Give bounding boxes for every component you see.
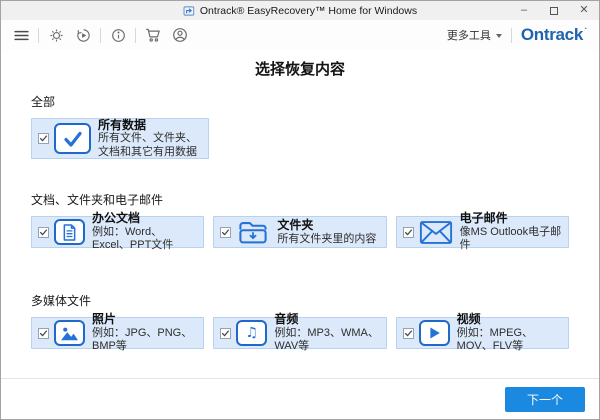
resume-session-button[interactable] [73,24,93,46]
resume-session-icon [75,27,92,44]
card-desc: 例如：Word、Excel、PPT文件 [92,226,197,253]
app-window: Ontrack® EasyRecovery™ Home for Windows … [0,0,600,420]
recovery-type-card[interactable]: 视频例如：MPEG、MOV、FLV等 [396,317,569,349]
account-button[interactable] [170,24,190,46]
window-titlebar: Ontrack® EasyRecovery™ Home for Windows … [1,1,599,20]
minimize-button[interactable]: – [509,1,539,20]
person-icon [171,26,189,44]
section: 多媒体文件 照片例如：JPG、PNG、BMP等 ♫音频例如：MP3、WMA、WAV… [31,292,569,349]
card-title: 音频 [274,312,379,326]
card-text: 所有数据所有文件、文件夹、文档和其它有用数据 [98,118,202,159]
chevron-down-icon [496,34,502,38]
checkbox[interactable] [38,133,49,144]
footer: 下一个 [1,378,599,419]
card-desc: 例如：JPG、PNG、BMP等 [92,327,197,354]
card-row: 办公文档例如：Word、Excel、PPT文件 文件夹所有文件夹里的内容 电子邮… [31,216,569,248]
icon-frame: ♫ [236,320,267,346]
brand-logo: Ontrack· [521,25,587,45]
recovery-type-card[interactable]: 照片例如：JPG、PNG、BMP等 [31,317,204,349]
main-content: 选择恢复内容 全部所有数据所有文件、文件夹、文档和其它有用数据文档、文件夹和电子… [1,50,599,419]
recovery-type-card[interactable]: 所有数据所有文件、文件夹、文档和其它有用数据 [31,118,209,159]
icon-frame [54,219,85,245]
document-icon [54,219,85,245]
next-button[interactable]: 下一个 [505,387,585,412]
more-tools-button[interactable]: 更多工具 [447,27,502,43]
audio-icon: ♫ [236,320,267,346]
toolbar-divider [511,28,512,43]
card-desc: 所有文件夹里的内容 [277,233,376,246]
card-title: 办公文档 [92,211,197,225]
page-title: 选择恢复内容 [31,58,569,79]
brand-trademark-dot: · [585,24,587,33]
recovery-type-card[interactable]: 文件夹所有文件夹里的内容 [213,216,386,248]
email-icon [419,220,453,245]
card-desc: 例如：MP3、WMA、WAV等 [274,327,379,354]
maximize-icon [550,7,558,15]
section-label: 多媒体文件 [31,292,569,309]
info-icon [110,27,127,44]
card-title: 照片 [92,312,197,326]
maximize-button[interactable] [539,1,569,20]
icon-frame [419,320,450,346]
recovery-type-card[interactable]: 电子邮件像MS Outlook电子邮件 [396,216,569,248]
card-text: 办公文档例如：Word、Excel、PPT文件 [92,211,197,252]
card-row: 所有数据所有文件、文件夹、文档和其它有用数据 [31,118,569,159]
card-text: 音频例如：MP3、WMA、WAV等 [274,312,379,353]
recovery-type-sections: 全部所有数据所有文件、文件夹、文档和其它有用数据文档、文件夹和电子邮件 办公文档… [31,93,569,349]
card-desc: 所有文件、文件夹、文档和其它有用数据 [98,132,202,159]
check-icon [54,123,91,154]
video-icon [419,320,450,346]
card-text: 照片例如：JPG、PNG、BMP等 [92,312,197,353]
info-button[interactable] [108,24,128,46]
toolbar-divider [38,28,39,43]
recovery-type-card[interactable]: ♫音频例如：MP3、WMA、WAV等 [213,317,386,349]
section-label: 全部 [31,93,569,110]
card-desc: 像MS Outlook电子邮件 [460,226,562,253]
section-label: 文档、文件夹和电子邮件 [31,191,569,208]
checkbox[interactable] [403,227,414,238]
card-title: 文件夹 [277,218,376,232]
card-desc: 例如：MPEG、MOV、FLV等 [457,327,562,354]
card-title: 电子邮件 [460,211,562,225]
card-title: 视频 [457,312,562,326]
cart-icon [144,26,162,44]
app-icon [183,5,195,17]
more-tools-label: 更多工具 [447,27,491,43]
card-title: 所有数据 [98,118,202,132]
checkbox[interactable] [220,328,231,339]
section: 全部所有数据所有文件、文件夹、文档和其它有用数据 [31,93,569,159]
close-button[interactable]: ✕ [569,1,599,20]
card-text: 电子邮件像MS Outlook电子邮件 [460,211,562,252]
card-text: 文件夹所有文件夹里的内容 [277,218,376,246]
cart-button[interactable] [143,24,163,46]
icon-frame [54,123,91,154]
settings-button[interactable] [46,24,66,46]
checkbox[interactable] [38,328,49,339]
photo-icon [54,320,85,346]
window-title: Ontrack® EasyRecovery™ Home for Windows [200,5,417,17]
section: 文档、文件夹和电子邮件 办公文档例如：Word、Excel、PPT文件 文件夹所… [31,191,569,248]
icon-frame [54,320,85,346]
checkbox[interactable] [403,328,414,339]
checkbox[interactable] [220,227,231,238]
toolbar-divider [135,28,136,43]
menu-icon [13,27,30,44]
menu-button[interactable] [11,24,31,46]
checkbox[interactable] [38,227,49,238]
card-text: 视频例如：MPEG、MOV、FLV等 [457,312,562,353]
recovery-type-card[interactable]: 办公文档例如：Word、Excel、PPT文件 [31,216,204,248]
folder-icon [236,219,270,246]
gear-icon [48,27,65,44]
card-row: 照片例如：JPG、PNG、BMP等 ♫音频例如：MP3、WMA、WAV等视频例如：… [31,317,569,349]
toolbar: 更多工具 Ontrack· [1,20,599,50]
toolbar-divider [100,28,101,43]
